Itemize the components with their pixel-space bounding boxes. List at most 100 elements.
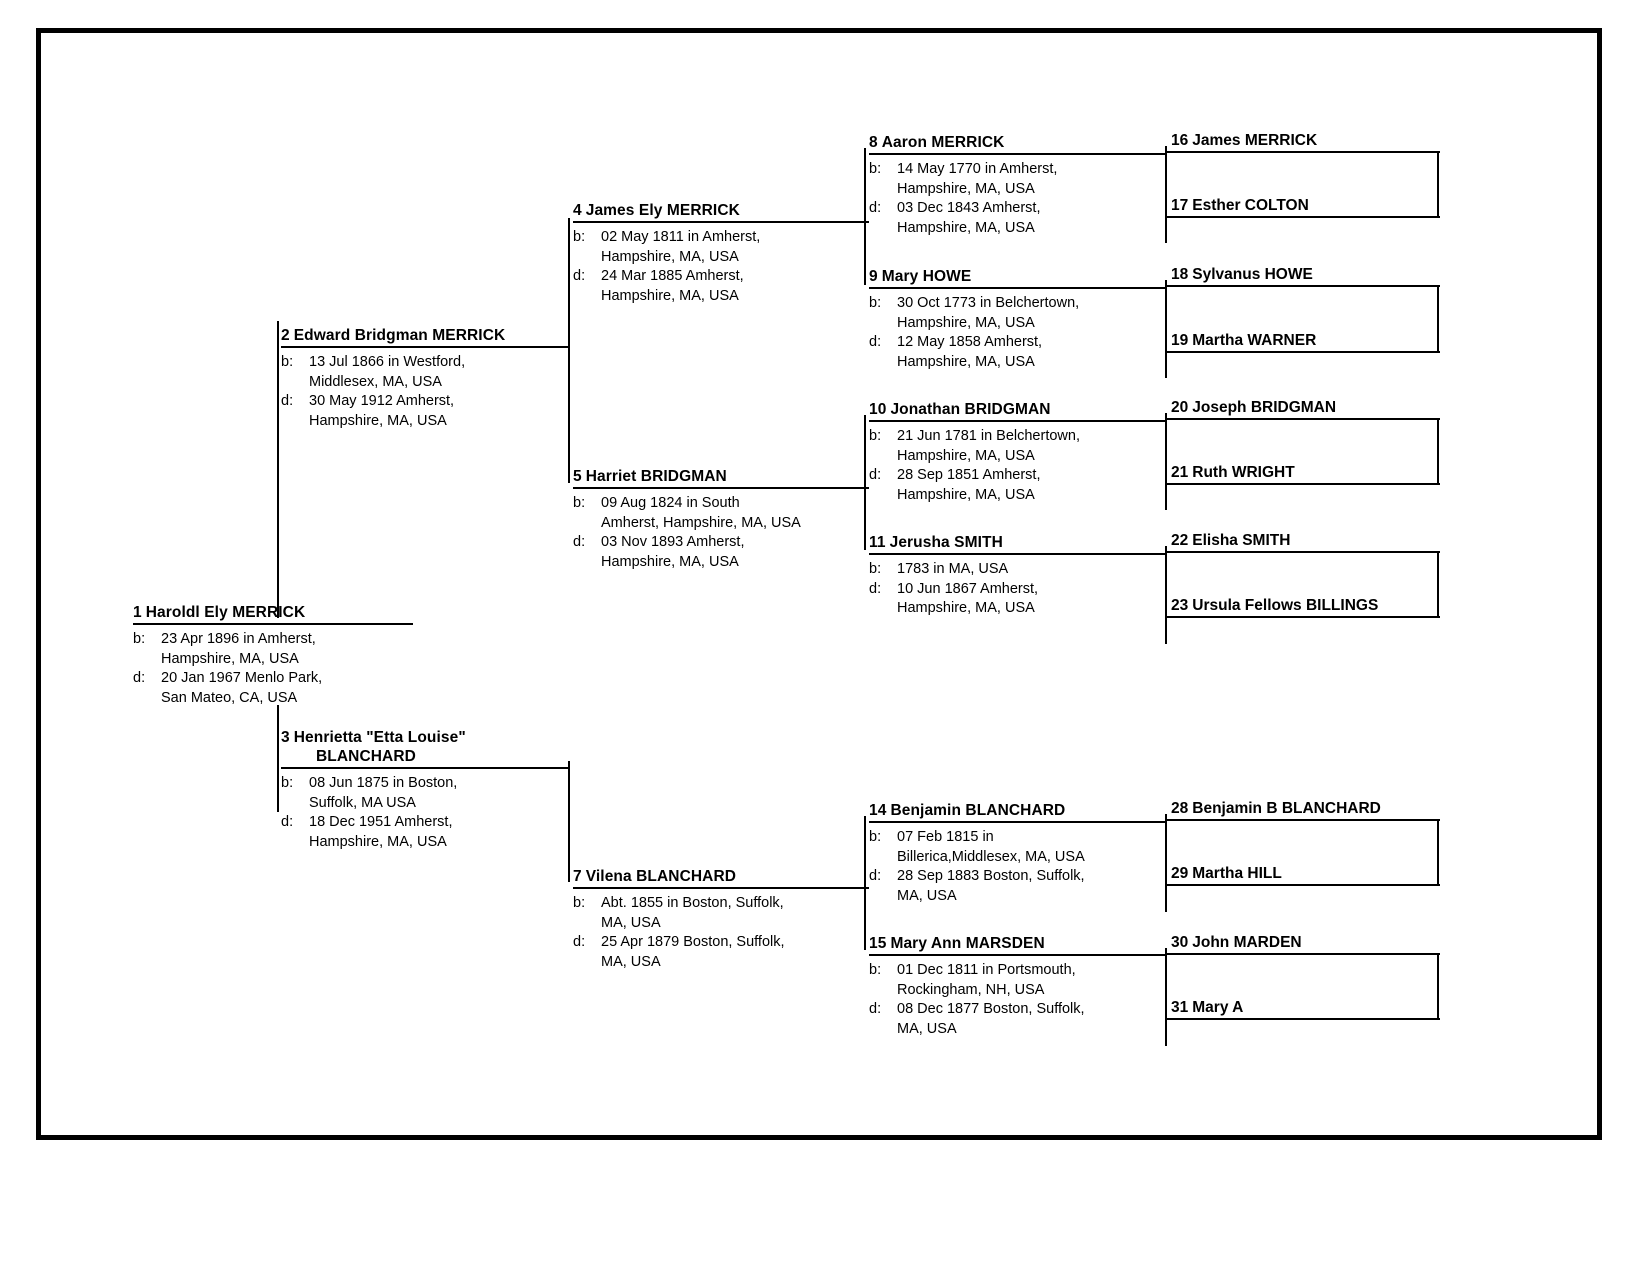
person-5-birth-line1: 09 Aug 1824 in South (601, 495, 740, 511)
person-card-9[interactable]: 9 Mary HOWE b: 30 Oct 1773 in Belchertown… (869, 267, 1165, 372)
connector-3-to-7 (568, 761, 570, 882)
person-28-name[interactable]: 28 Benjamin B BLANCHARD (1171, 799, 1381, 818)
person-15-birth-line2: Rockingham, NH, USA (897, 981, 1045, 998)
person-7-death: d: 25 Apr 1879 Boston, Suffolk, MA, USA (573, 933, 869, 972)
person-3-birth: b: 08 Jun 1875 in Boston, Suffolk, MA US… (281, 774, 568, 813)
person-29-name[interactable]: 29 Martha HILL (1171, 864, 1282, 883)
person-11-birth-label: b: (869, 561, 882, 577)
connector-1-to-2 (277, 321, 279, 618)
person-9-death-line2: Hampshire, MA, USA (897, 353, 1035, 370)
person-card-8[interactable]: 8 Aaron MERRICK b: 14 May 1770 in Amherst… (869, 133, 1165, 238)
person-4-birth-label: b: (573, 229, 586, 245)
person-31-name[interactable]: 31 Mary A (1171, 998, 1243, 1017)
person-19-name[interactable]: 19 Martha WARNER (1171, 331, 1316, 350)
person-11-rule (869, 553, 1165, 555)
person-10-death-label: d: (869, 467, 882, 483)
person-5-name: 5 Harriet BRIDGMAN (573, 467, 869, 486)
person-5-birth-value: 09 Aug 1824 in South Amherst, Hampshire,… (601, 494, 869, 533)
person-14-birth-line1: 07 Feb 1815 in (897, 829, 994, 845)
person-7-birth-line2: MA, USA (601, 914, 661, 931)
person-1-death-value: 20 Jan 1967 Menlo Park, San Mateo, CA, U… (161, 669, 413, 708)
person-7-fullname: Vilena BLANCHARD (585, 868, 737, 885)
person-7-birth-line1: Abt. 1855 in Boston, Suffolk, (601, 895, 784, 911)
person-2-birth: b: 13 Jul 1866 in Westford, Middlesex, M… (281, 353, 568, 392)
person-card-10[interactable]: 10 Jonathan BRIDGMAN b: 21 Jun 1781 in Be… (869, 400, 1165, 505)
person-card-15[interactable]: 15 Mary Ann MARSDEN b: 01 Dec 1811 in Por… (869, 934, 1165, 1039)
person-card-5[interactable]: 5 Harriet BRIDGMAN b: 09 Aug 1824 in Sout… (573, 467, 869, 572)
person-14-birth: b: 07 Feb 1815 in Billerica,Middlesex, M… (869, 828, 1165, 867)
person-card-2[interactable]: 2 Edward Bridgman MERRICK b: 13 Jul 1866 … (281, 326, 568, 431)
person-4-fullname: James Ely MERRICK (585, 202, 740, 219)
person-18-name[interactable]: 18 Sylvanus HOWE (1171, 265, 1313, 284)
person-1-fullname: Haroldl Ely MERRICK (145, 604, 306, 621)
person-18-rule (1165, 285, 1440, 287)
person-3-death-line2: Hampshire, MA, USA (309, 833, 447, 850)
connector-10-to-21 (1165, 443, 1167, 510)
person-2-number: 2 (281, 327, 290, 344)
person-10-death-line1: 28 Sep 1851 Amherst, (897, 467, 1041, 483)
person-8-fullname: Aaron MERRICK (881, 134, 1005, 151)
person-17-name[interactable]: 17 Esther COLTON (1171, 196, 1309, 215)
person-1-birth-line1: 23 Apr 1896 in Amherst, (161, 631, 316, 647)
person-8-birth-value: 14 May 1770 in Amherst, Hampshire, MA, U… (897, 160, 1165, 199)
person-4-birth-line2: Hampshire, MA, USA (601, 248, 739, 265)
person-20-name[interactable]: 20 Joseph BRIDGMAN (1171, 398, 1336, 417)
person-10-birth: b: 21 Jun 1781 in Belchertown, Hampshire… (869, 427, 1165, 466)
person-card-4[interactable]: 4 James Ely MERRICK b: 02 May 1811 in Amh… (573, 201, 869, 306)
person-9-number: 9 (869, 268, 878, 285)
connector-14-to-29 (1165, 844, 1167, 912)
person-9-death: d: 12 May 1858 Amherst, Hampshire, MA, U… (869, 333, 1165, 372)
person-8-number: 8 (869, 134, 878, 151)
person-3-number: 3 (281, 729, 290, 746)
person-14-name: 14 Benjamin BLANCHARD (869, 801, 1165, 820)
person-1-birth: b: 23 Apr 1896 in Amherst, Hampshire, MA… (133, 630, 413, 669)
person-29-number: 29 (1171, 865, 1189, 882)
person-31-number: 31 (1171, 999, 1189, 1016)
person-7-facts: b: Abt. 1855 in Boston, Suffolk, MA, USA… (573, 894, 869, 972)
person-11-birth-value: 1783 in MA, USA (897, 560, 1165, 580)
person-21-rule (1165, 483, 1440, 485)
person-card-3[interactable]: 3 Henrietta "Etta Louise" BLANCHARD b: 08… (281, 728, 568, 852)
person-8-facts: b: 14 May 1770 in Amherst, Hampshire, MA… (869, 160, 1165, 238)
person-card-14[interactable]: 14 Benjamin BLANCHARD b: 07 Feb 1815 in B… (869, 801, 1165, 906)
person-8-death-line1: 03 Dec 1843 Amherst, (897, 200, 1041, 216)
person-23-number: 23 (1171, 597, 1189, 614)
person-7-death-line1: 25 Apr 1879 Boston, Suffolk, (601, 934, 785, 950)
person-30-number: 30 (1171, 934, 1189, 951)
person-15-name: 15 Mary Ann MARSDEN (869, 934, 1165, 953)
person-14-number: 14 (869, 802, 887, 819)
person-16-rule (1165, 151, 1440, 153)
person-3-facts: b: 08 Jun 1875 in Boston, Suffolk, MA US… (281, 774, 568, 852)
person-1-death: d: 20 Jan 1967 Menlo Park, San Mateo, CA… (133, 669, 413, 708)
person-card-7[interactable]: 7 Vilena BLANCHARD b: Abt. 1855 in Boston… (573, 867, 869, 972)
person-23-fullname: Ursula Fellows BILLINGS (1192, 597, 1379, 614)
leaf-box-edge-30-31 (1437, 953, 1439, 1020)
person-9-birth-line1: 30 Oct 1773 in Belchertown, (897, 295, 1080, 311)
person-23-name[interactable]: 23 Ursula Fellows BILLINGS (1171, 596, 1378, 615)
person-card-1[interactable]: 1 Haroldl Ely MERRICK b: 23 Apr 1896 in A… (133, 603, 413, 708)
person-4-number: 4 (573, 202, 582, 219)
person-29-fullname: Martha HILL (1192, 865, 1282, 882)
person-16-name[interactable]: 16 James MERRICK (1171, 131, 1317, 150)
person-11-facts: b: 1783 in MA, USA d: 10 Jun 1867 Amhers… (869, 560, 1165, 619)
person-15-birth-value: 01 Dec 1811 in Portsmouth, Rockingham, N… (897, 961, 1165, 1000)
person-15-number: 15 (869, 935, 887, 952)
person-4-death-line1: 24 Mar 1885 Amherst, (601, 268, 744, 284)
person-9-rule (869, 287, 1165, 289)
person-card-11[interactable]: 11 Jerusha SMITH b: 1783 in MA, USA d: 10… (869, 533, 1165, 619)
person-2-name: 2 Edward Bridgman MERRICK (281, 326, 568, 345)
person-21-name[interactable]: 21 Ruth WRIGHT (1171, 463, 1295, 482)
person-9-fullname: Mary HOWE (881, 268, 972, 285)
person-18-number: 18 (1171, 266, 1189, 283)
person-22-name[interactable]: 22 Elisha SMITH (1171, 531, 1290, 550)
person-5-fullname: Harriet BRIDGMAN (585, 468, 727, 485)
person-15-death: d: 08 Dec 1877 Boston, Suffolk, MA, USA (869, 1000, 1165, 1039)
person-5-death: d: 03 Nov 1893 Amherst, Hampshire, MA, U… (573, 533, 869, 572)
person-4-name: 4 James Ely MERRICK (573, 201, 869, 220)
person-11-death-label: d: (869, 580, 882, 597)
person-4-birth: b: 02 May 1811 in Amherst, Hampshire, MA… (573, 228, 869, 267)
person-1-death-label: d: (133, 670, 146, 686)
person-5-rule (573, 487, 869, 489)
person-2-birth-line1: 13 Jul 1866 in Westford, (309, 354, 466, 370)
person-30-name[interactable]: 30 John MARDEN (1171, 933, 1302, 952)
